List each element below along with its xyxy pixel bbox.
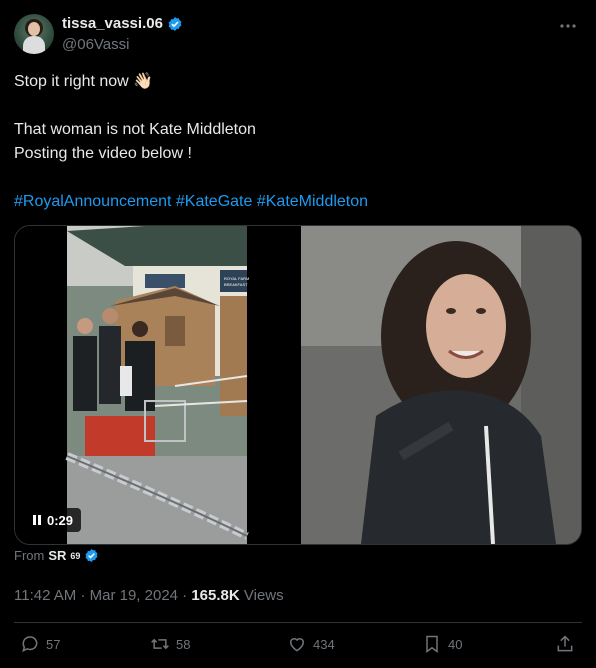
repost-button[interactable]: 58 — [150, 634, 190, 654]
bookmark-icon — [426, 635, 438, 653]
tweet-line-2: That woman is not Kate Middleton — [14, 121, 256, 138]
bookmark-count: 40 — [448, 636, 463, 652]
source-attribution: From SR 69 — [14, 548, 99, 563]
name-row: tissa_vassi.06 — [62, 15, 183, 32]
source-prefix: From — [14, 548, 45, 563]
hashtag-royal-announcement[interactable]: #RoyalAnnouncement — [14, 193, 171, 210]
hashtag-kategate[interactable]: #KateGate — [176, 193, 253, 210]
source-name[interactable]: SR — [48, 548, 66, 563]
action-bar: 57 58 434 40 — [14, 634, 580, 658]
tweet-line-1: Stop it right now 👋🏻 — [14, 70, 574, 94]
avatar[interactable] — [14, 14, 54, 54]
tweet-meta: 11:42 AM · Mar 19, 2024 · 165.8K Views — [14, 587, 284, 604]
tweet-header: tissa_vassi.06 @06Vassi — [14, 14, 582, 58]
like-button[interactable]: 434 — [287, 634, 335, 654]
shop-sign-sub-text: BREAKFAST — [224, 282, 248, 287]
reply-count: 57 — [46, 636, 61, 652]
heart-icon — [289, 638, 305, 652]
tweet-line-3: Posting the video below ! — [14, 145, 192, 162]
share-button[interactable] — [555, 634, 575, 654]
hashtag-kate-middleton[interactable]: #KateMiddleton — [257, 193, 368, 210]
bookmark-button[interactable]: 40 — [422, 634, 462, 654]
video-duration: 0:29 — [47, 512, 74, 528]
tweet-date[interactable]: Mar 19, 2024 — [90, 587, 178, 604]
video-scene-farm-shop: ROYAL FARM BREAKFAST — [65, 226, 249, 544]
reply-icon — [22, 636, 38, 653]
share-icon — [557, 635, 573, 652]
avatar-body — [23, 36, 45, 54]
video-duration-badge: 0:29 — [25, 508, 82, 532]
waving-hand-emoji: 👋🏻 — [133, 73, 154, 90]
video-frame-right — [301, 226, 581, 544]
tweet-time[interactable]: 11:42 AM — [14, 587, 76, 604]
tweet-text: Stop it right now 👋🏻 That woman is not K… — [14, 70, 574, 214]
display-name[interactable]: tissa_vassi.06 — [62, 15, 163, 32]
more-options-icon[interactable] — [558, 16, 578, 36]
video-player[interactable]: ROYAL FARM BREAKFAST 0:29 — [14, 225, 582, 545]
video-frame-left: ROYAL FARM BREAKFAST 0:29 — [15, 226, 299, 544]
tweet-line-1-text: Stop it right now — [14, 73, 129, 90]
avatar-face — [28, 22, 40, 36]
like-count: 434 — [313, 636, 335, 652]
meta-separator: · — [182, 587, 188, 604]
repost-count: 58 — [176, 636, 191, 652]
verified-badge-icon — [168, 16, 182, 31]
handle[interactable]: @06Vassi — [62, 36, 129, 53]
divider — [14, 622, 582, 623]
reply-button[interactable]: 57 — [20, 634, 60, 654]
meta-separator: · — [80, 587, 86, 604]
pause-icon[interactable] — [33, 515, 41, 525]
views-count: 165.8K — [191, 587, 240, 604]
verified-badge-icon — [85, 548, 98, 563]
hashtag-list: #RoyalAnnouncement #KateGate #KateMiddle… — [14, 190, 574, 214]
shop-sign-text: ROYAL FARM — [224, 276, 249, 281]
video-scene-woman-closeup — [301, 226, 581, 544]
views-label: Views — [243, 587, 284, 604]
repost-icon — [151, 638, 169, 650]
source-superscript: 69 — [70, 550, 81, 561]
